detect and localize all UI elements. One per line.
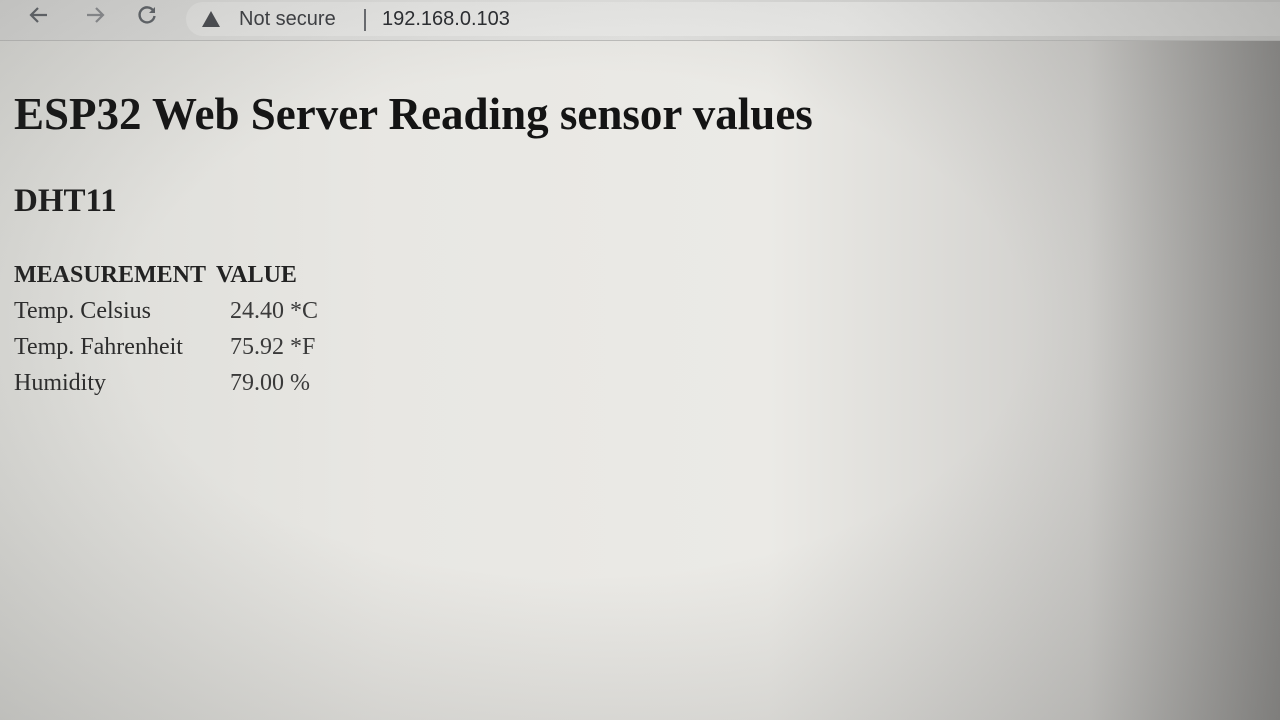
reload-button[interactable] <box>132 4 162 34</box>
measurement-value: 24.40 *C <box>230 297 319 324</box>
measurement-value: 75.92 *F <box>230 333 316 360</box>
measurement-name: Humidity <box>14 369 107 396</box>
arrow-left-icon <box>28 6 50 31</box>
measurement-value: 79.00 % <box>230 369 311 396</box>
back-button[interactable] <box>24 4 54 34</box>
url-text[interactable]: 192.168.0.103 <box>382 8 510 31</box>
warning-triangle-icon[interactable] <box>202 11 220 27</box>
page-title: ESP32 Web Server Reading sensor values <box>14 89 813 139</box>
table-row: Temp. Celsius 24.40 *C <box>14 293 328 329</box>
column-header-value: VALUE <box>216 262 297 288</box>
arrow-right-icon <box>84 6 106 31</box>
address-divider <box>364 9 366 31</box>
measurement-name: Temp. Fahrenheit <box>14 333 183 360</box>
reload-icon <box>136 6 158 31</box>
forward-button[interactable] <box>80 4 110 34</box>
sensor-heading: DHT11 <box>14 183 117 219</box>
address-bar[interactable]: Not secure 192.168.0.103 <box>186 2 1280 36</box>
table-header-row: MEASUREMENT VALUE <box>14 258 328 293</box>
browser-toolbar: Not secure 192.168.0.103 <box>0 0 1280 41</box>
table-row: Temp. Fahrenheit 75.92 *F <box>14 329 328 365</box>
measurement-name: Temp. Celsius <box>14 297 151 324</box>
readings-table: MEASUREMENT VALUE Temp. Celsius 24.40 *C… <box>14 258 328 401</box>
security-status[interactable]: Not secure <box>239 8 336 31</box>
column-header-measurement: MEASUREMENT <box>14 262 207 288</box>
table-row: Humidity 79.00 % <box>14 365 328 401</box>
